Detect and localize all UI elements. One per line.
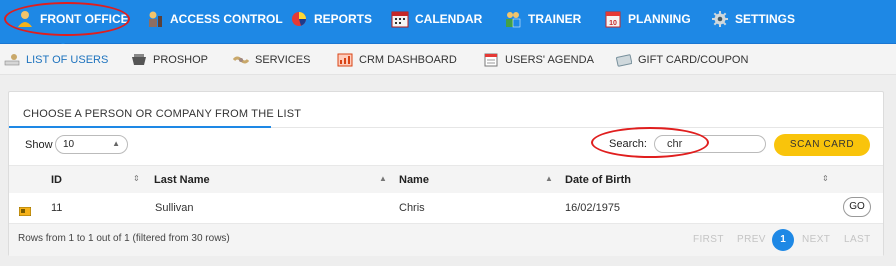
nav-trainer[interactable]: TRAINER — [504, 0, 581, 38]
reports-pie-icon — [290, 10, 308, 28]
go-button[interactable]: GO — [843, 197, 871, 217]
nav-access-control[interactable]: ACCESS CONTROL — [146, 0, 283, 38]
nav-planning-label: PLANNING — [628, 12, 691, 26]
sort-icon[interactable]: ⇕ — [133, 174, 140, 183]
cell-id: 11 — [51, 202, 63, 214]
col-header-name[interactable]: Name — [399, 174, 429, 186]
table-footer: Rows from 1 to 1 out of 1 (filtered from… — [9, 223, 883, 256]
subnav-services[interactable]: SERVICES — [233, 52, 310, 68]
settings-gear-icon — [711, 10, 729, 28]
scan-card-button[interactable]: SCAN CARD — [774, 134, 870, 156]
main-nav-bar: FRONT OFFICE ACCESS CONTROL REPORTS CALE… — [0, 0, 896, 45]
sort-asc-icon[interactable]: ▲ — [379, 174, 387, 183]
show-label: Show — [25, 139, 53, 151]
services-icon — [233, 53, 249, 67]
col-header-id[interactable]: ID — [51, 174, 62, 186]
agenda-icon — [483, 53, 499, 67]
subnav-gift-card-coupon[interactable]: GIFT CARD/COUPON — [616, 52, 748, 68]
title-underline-accent — [9, 126, 271, 128]
subnav-list-of-users[interactable]: LIST OF USERS — [4, 52, 108, 68]
cell-last-name: Sullivan — [155, 202, 194, 214]
subnav-crm-dashboard[interactable]: CRM DASHBOARD — [337, 52, 457, 68]
pagination-current-page[interactable]: 1 — [772, 229, 794, 251]
gift-card-icon — [616, 53, 632, 67]
sub-nav-bar: LIST OF USERS PROSHOP SERVICES CRM DASHB… — [0, 44, 896, 75]
nav-front-office[interactable]: FRONT OFFICE — [16, 0, 129, 38]
nav-settings[interactable]: SETTINGS — [711, 0, 795, 38]
table-header: ID ⇕ Last Name ▲ Name ▲ Date of Birth ⇕ — [9, 165, 883, 194]
nav-access-control-label: ACCESS CONTROL — [170, 12, 283, 26]
col-header-date-of-birth[interactable]: Date of Birth — [565, 174, 631, 186]
subnav-list-of-users-label: LIST OF USERS — [26, 54, 109, 66]
chevron-down-icon: ▲︎ — [112, 139, 120, 148]
sort-asc-icon[interactable]: ▲ — [545, 174, 553, 183]
nav-reports-label: REPORTS — [314, 12, 373, 26]
sort-icon[interactable]: ⇕ — [822, 174, 829, 183]
nav-front-office-label: FRONT OFFICE — [40, 12, 129, 26]
users-list-icon — [4, 53, 20, 67]
cell-name: Chris — [399, 202, 425, 214]
page-size-select[interactable]: 10 ▲︎ — [55, 135, 128, 154]
trainer-icon — [504, 10, 522, 28]
nav-trainer-label: TRAINER — [528, 12, 582, 26]
table-row[interactable]: 11 Sullivan Chris 16/02/1975 GO — [9, 193, 883, 222]
rows-info: Rows from 1 to 1 out of 1 (filtered from… — [18, 233, 230, 244]
subnav-users-agenda[interactable]: USERS' AGENDA — [483, 52, 594, 68]
svg-text:10: 10 — [609, 20, 617, 27]
cell-date-of-birth: 16/02/1975 — [565, 202, 621, 214]
proshop-icon — [131, 53, 147, 67]
nav-calendar[interactable]: CALENDAR — [391, 0, 482, 38]
subnav-proshop[interactable]: PROSHOP — [131, 52, 208, 68]
search-highlight-circle — [591, 127, 709, 158]
calendar-icon — [391, 10, 409, 28]
subnav-gift-card-coupon-label: GIFT CARD/COUPON — [638, 54, 749, 66]
subnav-services-label: SERVICES — [255, 54, 311, 66]
pagination-first[interactable]: FIRST — [693, 234, 724, 245]
crm-dashboard-icon — [337, 53, 353, 67]
nav-calendar-label: CALENDAR — [415, 12, 483, 26]
pagination-prev[interactable]: PREV — [737, 234, 766, 245]
user-list-panel: CHOOSE A PERSON OR COMPANY FROM THE LIST… — [8, 91, 884, 256]
subnav-proshop-label: PROSHOP — [153, 54, 209, 66]
nav-settings-label: SETTINGS — [735, 12, 796, 26]
planning-icon: 10 — [604, 10, 622, 28]
access-control-icon — [146, 10, 164, 28]
subnav-crm-dashboard-label: CRM DASHBOARD — [359, 54, 457, 66]
subnav-users-agenda-label: USERS' AGENDA — [505, 54, 594, 66]
nav-planning[interactable]: 10 PLANNING — [604, 0, 691, 38]
pagination-next[interactable]: NEXT — [802, 234, 830, 245]
nav-reports[interactable]: REPORTS — [290, 0, 372, 38]
page-size-value: 10 — [63, 139, 75, 150]
panel-title: CHOOSE A PERSON OR COMPANY FROM THE LIST — [23, 108, 302, 120]
id-card-icon — [18, 203, 32, 221]
pagination-last[interactable]: LAST — [844, 234, 871, 245]
front-office-icon — [16, 10, 34, 28]
col-header-last-name[interactable]: Last Name — [154, 174, 210, 186]
